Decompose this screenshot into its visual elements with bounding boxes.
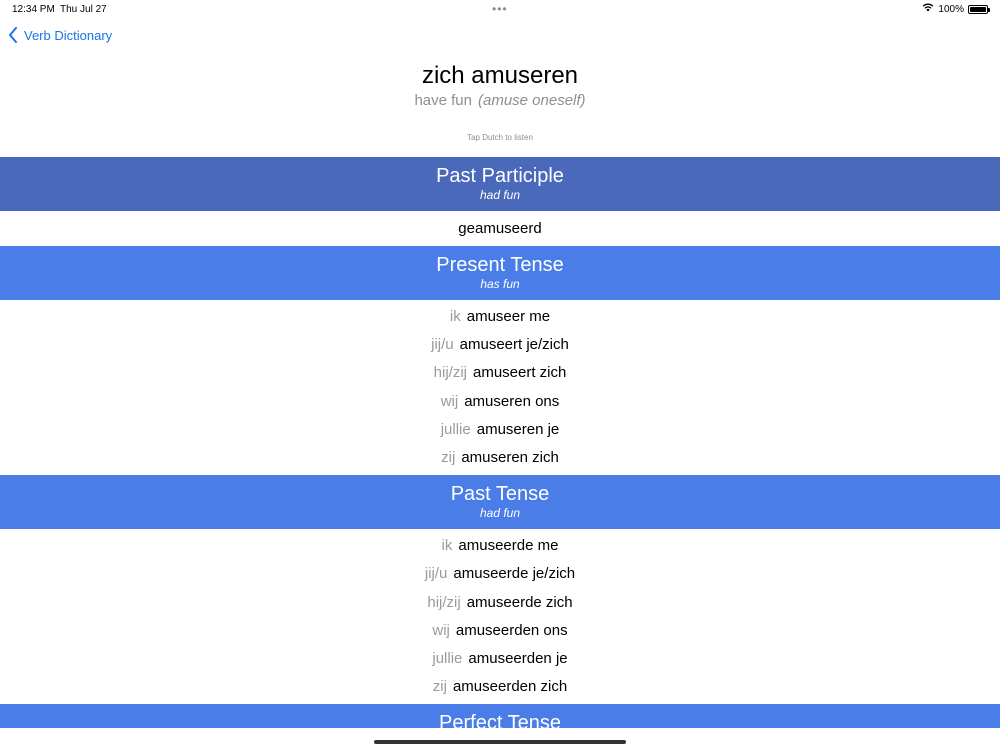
pronoun: zij [441,448,456,466]
status-date: Thu Jul 27 [60,4,107,15]
battery-percent: 100% [938,3,964,15]
section-subtitle: had fun [479,188,521,202]
pronoun: jij/u [424,565,448,583]
present-rows: ik amuseer me jij/u amuseert je/zich hij/z… [0,300,1000,475]
verb-translation: have fun (amuse oneself) [0,92,1000,109]
past-rows: ik amuseerde me jij/u amuseerde je/zich hi… [0,529,1000,704]
status-time: 12:34 PM [12,4,55,15]
conjugation-form: geamuseerd [458,220,542,237]
conjugation-row[interactable]: jij/u amuseert je/zich [0,331,1000,359]
conjugation-row[interactable]: zij amuseerden zich [0,673,1000,701]
section-header-present: Present Tense has fun [0,246,1000,300]
conjugation-row[interactable]: jullie amuseren je [0,416,1000,444]
conjugation-row[interactable]: wij amuseerden ons [0,617,1000,645]
bottom-safe-area [0,728,1000,750]
conjugation-row[interactable]: ik amuseer me [0,303,1000,331]
conjugation-form: amuseerden zich [452,678,568,696]
conjugation-row[interactable]: jij/u amuseerde je/zich [0,560,1000,588]
conjugation-form: amuseer me [466,308,551,325]
conjugation-form: amuseerde je/zich [453,565,576,583]
conjugation-form: amuseren je [476,420,560,438]
conjugation-row[interactable]: ik amuseerde me [0,532,1000,560]
conjugation-row[interactable]: jullie amuseerden je [0,645,1000,673]
wifi-icon [922,3,934,15]
chevron-left-icon [8,27,18,43]
pronoun: jullie [432,649,463,667]
conjugation-form: amuseerden je [468,649,568,667]
conjugation-form: amuseerden ons [455,621,568,639]
section-title: Present Tense [436,254,564,276]
section-header-past: Past Tense had fun [0,475,1000,530]
pronoun: zij [432,678,447,696]
pronoun: hij/zij [427,593,461,611]
status-bar: 12:34 PM Thu Jul 27 ••• 100% [0,0,1000,18]
conjugation-row[interactable]: hij/zij amuseert zich [0,359,1000,387]
pronoun: ik [441,537,453,555]
section-subtitle: had fun [479,506,521,521]
listen-hint: Tap Dutch to listen [467,133,533,142]
conjugation-form: amuseert zich [472,364,567,382]
battery-icon [968,4,990,14]
back-button-label: Verb Dictionary [24,27,113,43]
pronoun: ik [449,308,461,325]
conjugation-form: amuseerde me [458,537,559,555]
conjugation-row[interactable]: hij/zij amuseerde zich [0,589,1000,617]
section-title: Past Participle [436,165,564,187]
home-indicator[interactable] [374,740,626,744]
verb-english: have fun [414,92,472,109]
section-header-past-participle: Past Participle had fun [0,157,1000,211]
verb-english-extra: (amuse oneself) [477,92,586,109]
pronoun: jij/u [431,336,454,354]
conjugation-form: amuseert je/zich [459,336,569,354]
status-indicators: 100% [922,3,990,15]
conjugation-form: amuseren ons [464,392,560,410]
conjugation-list: Past Participle had fun geamuseerd Prese… [0,157,1000,750]
section-subtitle: has fun [480,277,520,291]
pronoun: wij [440,392,459,410]
pronoun: hij/zij [433,364,467,382]
verb-title[interactable]: zich amuseren [0,62,1000,90]
multitasking-dots-icon[interactable]: ••• [492,2,508,16]
conjugation-row[interactable]: zij amuseren zich [0,444,1000,472]
back-button[interactable]: Verb Dictionary [8,27,112,43]
conjugation-form: amuseerde zich [466,593,573,611]
past-participle-row[interactable]: geamuseerd [0,211,1000,246]
conjugation-form: amuseren zich [461,448,559,466]
conjugation-row[interactable]: wij amuseren ons [0,388,1000,416]
section-title: Past Tense [450,483,550,506]
battery-level [970,6,986,12]
pronoun: wij [432,621,450,639]
pronoun: jullie [440,420,471,438]
